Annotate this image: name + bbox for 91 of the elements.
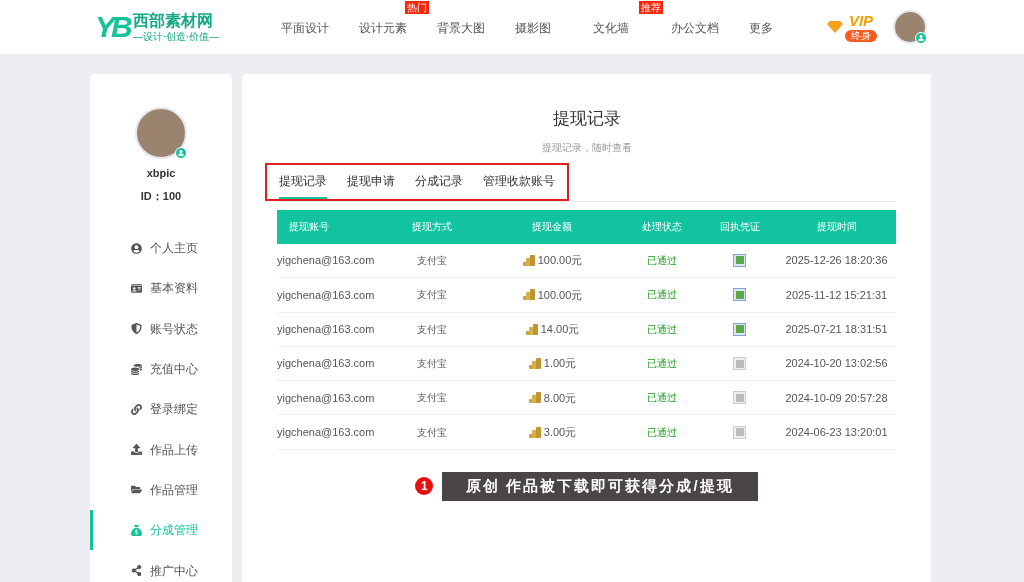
coins-icon bbox=[131, 363, 142, 375]
receipt-image-icon[interactable] bbox=[733, 288, 746, 302]
nav-link[interactable]: 摄影图 bbox=[515, 21, 551, 35]
tab[interactable]: 管理收款账号 bbox=[483, 164, 555, 199]
table-cell: 2025-12-26 18:20:36 bbox=[777, 243, 896, 278]
receipt-image-icon[interactable] bbox=[733, 253, 746, 267]
table-cell: yigchena@163.com bbox=[277, 312, 382, 347]
receipt-image-icon[interactable] bbox=[733, 357, 746, 371]
sidebar-item[interactable]: 基本资料 bbox=[90, 268, 232, 309]
table-cell: yigchena@163.com bbox=[277, 243, 382, 278]
page-title: 提现记录 bbox=[552, 108, 621, 130]
sidebar-item[interactable]: 推广中心 bbox=[90, 550, 232, 582]
table-cell: 2024-10-20 13:02:56 bbox=[777, 346, 896, 381]
table-cell: 支付宝 bbox=[382, 312, 482, 347]
nav-link[interactable]: 更多 bbox=[749, 21, 773, 35]
table-cell: 支付宝 bbox=[382, 277, 482, 313]
table-cell: 2024-10-09 20:57:28 bbox=[777, 380, 896, 415]
column-header: 提现时间 bbox=[777, 209, 896, 244]
table-cell-text: 100.00元 bbox=[537, 287, 583, 303]
sidebar-item[interactable]: 个人主页 bbox=[90, 228, 232, 269]
column-header: 处理状态 bbox=[622, 209, 702, 244]
sidebar-item[interactable]: 充值中心 bbox=[90, 348, 232, 390]
table-cell: yigchena@163.com bbox=[277, 277, 382, 313]
nav-link[interactable]: 办公文档 bbox=[671, 21, 719, 35]
vip-label: VIP bbox=[848, 12, 874, 28]
avatar[interactable] bbox=[135, 107, 187, 159]
coin-stack-icon bbox=[524, 322, 539, 336]
id-card-icon bbox=[131, 282, 142, 294]
status-text: 已通过 bbox=[622, 312, 702, 347]
table-cell-text: 3.00元 bbox=[543, 424, 577, 440]
table-cell-text: 8.00元 bbox=[543, 390, 577, 406]
nav-badge: 推荐 bbox=[639, 1, 663, 14]
table-cell: 支付宝 bbox=[382, 346, 482, 381]
share-icon bbox=[131, 565, 142, 576]
table-cell: 支付宝 bbox=[382, 380, 482, 415]
shield-icon bbox=[131, 323, 142, 335]
status-text: 已通过 bbox=[622, 380, 702, 415]
status-text: 已通过 bbox=[622, 277, 702, 313]
column-header: 提现金额 bbox=[482, 209, 622, 244]
diamond-icon bbox=[827, 21, 843, 33]
nav-link[interactable]: 设计元素 bbox=[359, 21, 407, 35]
sidebar-item[interactable]: 作品管理 bbox=[90, 469, 232, 511]
nav-badge: 热门 bbox=[405, 1, 429, 14]
column-header: 提现账号 bbox=[277, 209, 382, 244]
logo-slogan: —设计·创造·价值— bbox=[132, 30, 220, 44]
status-text: 已通过 bbox=[622, 243, 702, 278]
nav-link[interactable]: 背景大图 bbox=[437, 21, 485, 35]
column-header: 提现方式 bbox=[382, 209, 482, 244]
user-badge-icon bbox=[175, 147, 187, 159]
status-text: 已通过 bbox=[622, 346, 702, 381]
table-cell: yigchena@163.com bbox=[277, 415, 382, 450]
coin-stack-icon bbox=[527, 357, 542, 371]
status-text: 已通过 bbox=[622, 415, 702, 450]
user-id: ID：100 bbox=[140, 188, 182, 204]
receipt-image-icon[interactable] bbox=[733, 391, 746, 405]
coin-stack-icon bbox=[527, 391, 542, 405]
tab[interactable]: 提现申请 bbox=[347, 164, 395, 199]
table-cell-text: 14.00元 bbox=[540, 322, 580, 337]
vip-tag: 终身 bbox=[845, 29, 877, 42]
page-subtitle: 提现记录，随时查看 bbox=[541, 140, 632, 155]
upload-icon bbox=[131, 444, 142, 456]
table-cell: 2024-06-23 13:20:01 bbox=[777, 415, 896, 450]
avatar[interactable] bbox=[893, 10, 927, 44]
folder-icon bbox=[131, 484, 142, 496]
coin-stack-icon bbox=[527, 425, 542, 439]
sidebar-item[interactable]: 作品上传 bbox=[90, 429, 232, 470]
money-bag-icon bbox=[131, 524, 142, 536]
table-cell-text: 100.00元 bbox=[537, 253, 583, 269]
username: xbpic bbox=[146, 166, 176, 181]
receipt-image-icon[interactable] bbox=[733, 425, 746, 439]
table-cell: 支付宝 bbox=[382, 243, 482, 278]
coin-stack-icon bbox=[521, 288, 536, 302]
column-header: 回执凭证 bbox=[702, 209, 777, 244]
table-cell: yigchena@163.com bbox=[277, 346, 382, 381]
table-cell: 2025-11-12 15:21:31 bbox=[777, 277, 896, 313]
receipt-image-icon[interactable] bbox=[733, 322, 746, 336]
tab[interactable]: 分成记录 bbox=[415, 164, 463, 199]
nav-link[interactable]: 平面设计 bbox=[281, 21, 329, 35]
table-cell: yigchena@163.com bbox=[277, 380, 382, 415]
link-icon bbox=[131, 403, 142, 415]
nav-link[interactable]: 文化墙 bbox=[593, 21, 629, 35]
coin-stack-icon bbox=[521, 253, 536, 267]
sidebar-item[interactable]: 登录绑定 bbox=[90, 389, 232, 430]
callout-banner: 原创 作品被下载即可获得分成/提现 bbox=[442, 471, 758, 501]
sidebar-item[interactable]: 账号状态 bbox=[90, 308, 232, 349]
step-number: 1 bbox=[415, 477, 434, 496]
table-cell: 支付宝 bbox=[382, 415, 482, 450]
table-cell-text: 1.00元 bbox=[543, 356, 577, 372]
tab[interactable]: 提现记录 bbox=[279, 164, 327, 199]
logo-name: 西部素材网 bbox=[132, 10, 214, 31]
table-cell: 2025-07-21 18:31:51 bbox=[777, 312, 896, 347]
